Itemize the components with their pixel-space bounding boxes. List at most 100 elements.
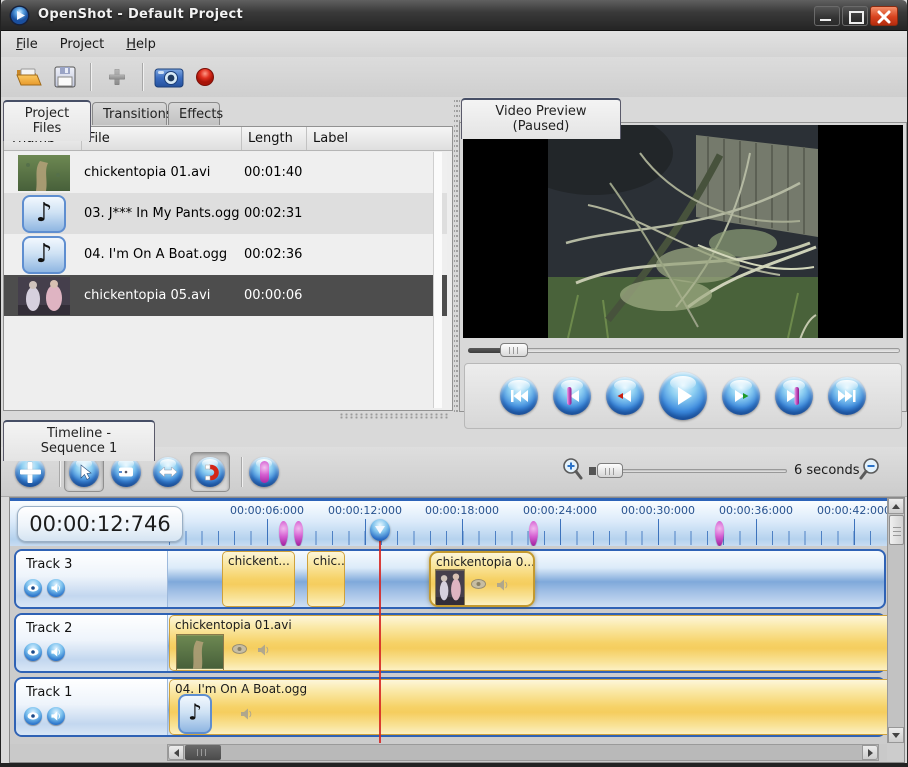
ruler-time-label: 00:00:12:000: [328, 504, 402, 517]
playhead-line: [379, 528, 381, 743]
track-2: chickentopia 01.avi: [14, 613, 886, 673]
track-audio-button[interactable]: [47, 643, 65, 661]
play-button[interactable]: [659, 372, 707, 420]
timeline-clip-selected[interactable]: chickentopia 0...: [429, 551, 535, 607]
capture-button[interactable]: [151, 60, 187, 94]
clip-audio-icon[interactable]: [257, 644, 270, 656]
add-track-button[interactable]: [15, 457, 45, 487]
save-project-button[interactable]: [47, 60, 83, 94]
file-row-selected[interactable]: chickentopia 05.avi 00:00:06: [4, 275, 447, 316]
track-visibility-button[interactable]: [24, 707, 42, 725]
fast-forward-button[interactable]: [722, 377, 760, 415]
clip-label: chickentopia 01.avi: [170, 616, 887, 632]
ruler-time-label: 00:00:24:000: [523, 504, 597, 517]
track-audio-button[interactable]: [47, 707, 65, 725]
zoom-slider-handle[interactable]: [597, 463, 623, 478]
file-list-scrollbar[interactable]: [433, 152, 442, 408]
titlebar[interactable]: OpenShot - Default Project: [1, 0, 907, 31]
file-row[interactable]: 04. I'm On A Boat.ogg 00:02:36: [4, 234, 447, 275]
column-label[interactable]: Label: [307, 127, 442, 150]
menu-help[interactable]: Help: [117, 34, 165, 55]
tab-timeline[interactable]: Timeline - Sequence 1: [3, 420, 155, 461]
tab-transitions[interactable]: Transitions: [92, 102, 167, 125]
seek-handle[interactable]: [500, 343, 528, 357]
timeline-clip[interactable]: chickent...: [222, 551, 295, 607]
tab-project-files[interactable]: Project Files: [3, 100, 91, 141]
hscroll-thumb[interactable]: [185, 745, 221, 760]
timeline-vertical-scrollbar[interactable]: [887, 498, 904, 743]
ruler-time-label: 00:00:30:000: [621, 504, 695, 517]
clip-label: chickentopia 0...: [431, 553, 533, 569]
tab-video-preview[interactable]: Video Preview (Paused): [461, 98, 621, 139]
zoom-slider-track[interactable]: [597, 469, 787, 473]
timeline-clip[interactable]: chic...: [307, 551, 345, 607]
file-row[interactable]: chickentopia 01.avi 00:01:40: [4, 152, 447, 193]
skip-end-icon: [837, 389, 857, 403]
tab-effects[interactable]: Effects: [168, 102, 220, 125]
minimize-button[interactable]: [814, 6, 840, 26]
timeline-clip[interactable]: chickentopia 01.avi: [169, 615, 888, 671]
grass-video-thumbnail: [176, 634, 224, 671]
children-video-thumbnail: [435, 569, 465, 607]
seek-track[interactable]: [468, 348, 900, 353]
toolbar-separator: [59, 457, 61, 487]
file-row[interactable]: 03. J*** In My Pants.ogg 00:02:31: [4, 193, 447, 234]
track-visibility-button[interactable]: [24, 643, 42, 661]
track-visibility-button[interactable]: [24, 579, 42, 597]
speaker-icon: [50, 583, 62, 593]
track-audio-button[interactable]: [47, 579, 65, 597]
zoom-in-button[interactable]: [561, 457, 583, 483]
record-button[interactable]: [187, 60, 223, 94]
column-length[interactable]: Length: [242, 127, 307, 150]
close-button[interactable]: [870, 6, 898, 26]
toolbar-separator: [90, 63, 92, 91]
seek-to-start-button[interactable]: [500, 377, 538, 415]
add-marker-button[interactable]: [249, 457, 279, 487]
timeline-horizontal-scrollbar[interactable]: [167, 744, 879, 761]
clip-visibility-icon[interactable]: [471, 579, 486, 589]
scroll-down-button[interactable]: [888, 727, 904, 743]
previous-marker-icon: [562, 387, 582, 405]
resize-mode-button[interactable]: [153, 457, 183, 487]
snap-toggle-button[interactable]: [195, 457, 225, 487]
ruler-time-label: 00:00:18:000: [425, 504, 499, 517]
clip-visibility-icon[interactable]: [232, 644, 247, 654]
preview-seek-slider[interactable]: [468, 343, 900, 357]
record-icon: [195, 67, 215, 87]
ruler-major-tick: [560, 519, 561, 545]
zoom-out-button[interactable]: [859, 457, 881, 483]
clip-audio-icon[interactable]: [496, 579, 509, 591]
zoom-level-label: 6 seconds: [794, 463, 860, 478]
column-file[interactable]: File: [82, 127, 242, 150]
tab-label: Effects: [179, 107, 223, 122]
rewind-button[interactable]: [606, 377, 644, 415]
clip-audio-icon[interactable]: [240, 708, 253, 720]
razor-mode-button[interactable]: [111, 457, 141, 487]
ruler-major-tick: [658, 519, 659, 545]
window-frame-edge: [1, 763, 907, 767]
maximize-button[interactable]: [842, 6, 868, 26]
magnet-icon: [200, 463, 220, 481]
previous-marker-button[interactable]: [553, 377, 591, 415]
window-title: OpenShot - Default Project: [38, 7, 243, 22]
select-mode-button[interactable]: [69, 457, 99, 487]
eye-icon: [27, 712, 39, 720]
open-project-button[interactable]: [11, 60, 47, 94]
playhead-handle[interactable]: [370, 519, 390, 541]
horizontal-splitter[interactable]: [339, 413, 449, 419]
menu-file[interactable]: File: [7, 34, 47, 55]
vscroll-thumb[interactable]: [889, 515, 904, 545]
scroll-left-button[interactable]: [168, 745, 184, 760]
menu-project[interactable]: Project: [51, 34, 113, 55]
timeline-clip[interactable]: 04. I'm On A Boat.ogg: [169, 679, 888, 735]
import-files-button[interactable]: [99, 60, 135, 94]
grass-video-thumbnail: [4, 155, 84, 191]
ruler-major-tick: [267, 519, 268, 545]
timeline-ruler[interactable]: 00:00:06:000 00:00:12:000 00:00:18:000 0…: [10, 498, 887, 546]
music-note-icon: [178, 694, 212, 734]
scroll-right-button[interactable]: [862, 745, 878, 760]
project-files-panel: Thumb File Length Label chickentopia 01.…: [3, 126, 453, 411]
seek-to-end-button[interactable]: [828, 377, 866, 415]
next-marker-button[interactable]: [775, 377, 813, 415]
scroll-up-button[interactable]: [888, 498, 904, 514]
